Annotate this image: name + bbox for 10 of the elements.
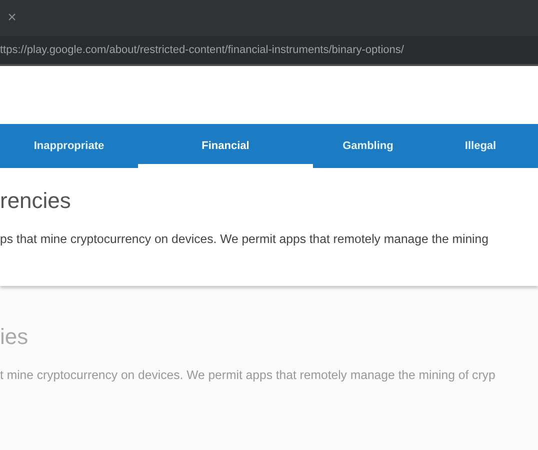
close-button[interactable]: × xyxy=(6,11,18,25)
tab[interactable]: Illegal xyxy=(423,124,538,168)
section-text: ps that mine cryptocurrency on devices. We permit apps that remotely manage the mining xyxy=(0,232,490,246)
address-bar[interactable]: ttps://play.google.com/about/restricted-content/financial-instruments/binary-options/ xyxy=(0,36,538,66)
tab[interactable]: Gambling xyxy=(313,124,423,168)
url-text: ttps://play.google.com/about/restricted-content/financial-instruments/binary-options/ xyxy=(0,44,404,56)
section-heading: ies xyxy=(0,324,30,350)
section-heading: rencies xyxy=(0,188,72,214)
section-text: t mine cryptocurrency on devices. We permit apps that remotely manage the mining of cryp xyxy=(0,368,496,382)
tab[interactable]: Inappropriate xyxy=(0,124,138,168)
